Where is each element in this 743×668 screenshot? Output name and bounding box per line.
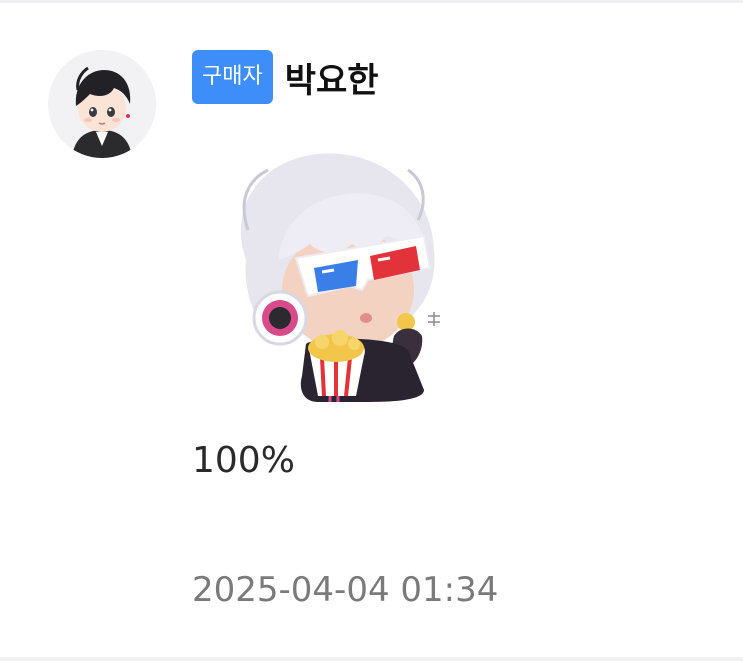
top-divider — [0, 0, 743, 3]
review-text: 100% — [192, 440, 295, 481]
user-avatar-icon[interactable] — [48, 50, 156, 158]
review-item: 구매자 박요한 100% 2025-04-04 01:34 — [0, 0, 743, 668]
buyer-badge: 구매자 — [192, 50, 273, 104]
review-date: 2025-04-04 01:34 — [192, 570, 499, 610]
chibi-popcorn-sticker-icon — [218, 140, 458, 410]
bottom-divider — [0, 657, 743, 661]
review-header: 구매자 박요한 — [192, 50, 379, 104]
user-name: 박요한 — [284, 60, 379, 101]
